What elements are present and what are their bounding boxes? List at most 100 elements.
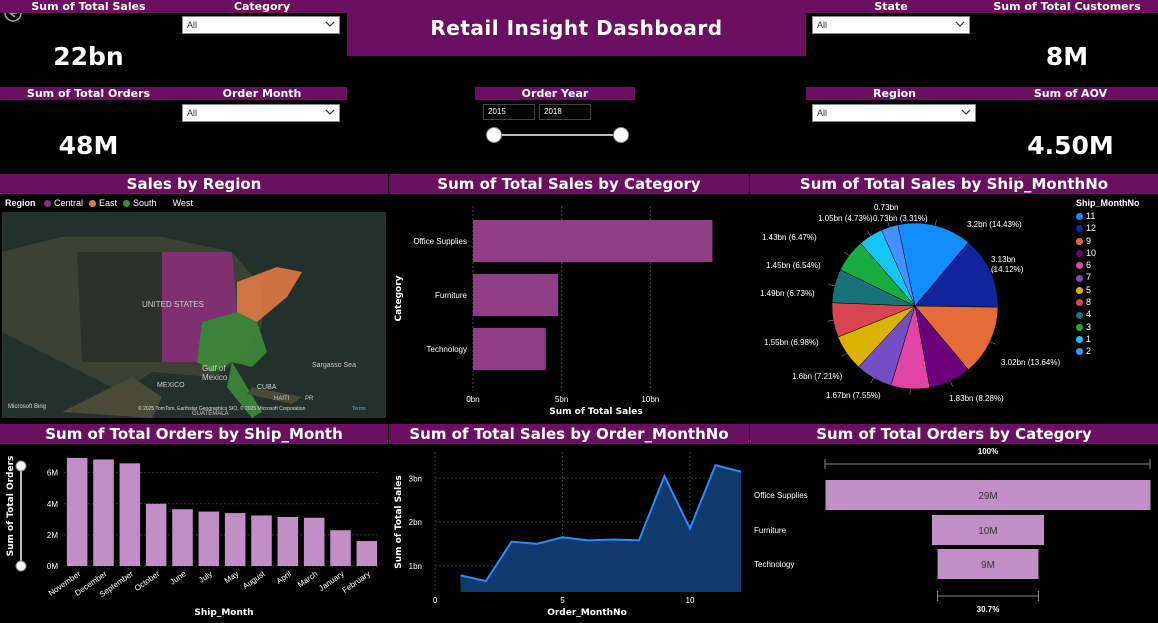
funnel-data-label: 9M <box>981 560 995 571</box>
region-legend-item[interactable]: West <box>162 198 193 208</box>
year-slider-handle-start[interactable] <box>486 127 502 143</box>
category-filter-label: Category <box>177 0 347 13</box>
bar <box>66 457 88 566</box>
state-dropdown[interactable]: All <box>812 16 970 34</box>
bar <box>330 530 351 566</box>
pie-leader-line <box>870 377 874 384</box>
y-tick-label: 6M <box>47 469 58 478</box>
kpi-aov-value: 4.50M <box>1027 131 1114 160</box>
region-filter-label: Region <box>806 87 983 100</box>
ship-month-legend-item[interactable]: 3 <box>1076 322 1158 334</box>
ship-month-legend-item[interactable]: 9 <box>1076 236 1158 248</box>
legend-dot-icon <box>1076 213 1083 221</box>
funnel-bottom-percent: 30.7% <box>977 605 1000 614</box>
ship-month-legend-label: 3 <box>1086 321 1092 332</box>
funnel-category-label: Office Supplies <box>754 491 808 500</box>
kpi-total-sales-label: Sum of Total Sales <box>0 0 177 13</box>
ship-month-legend-item[interactable]: 4 <box>1076 309 1158 321</box>
year-slider-track[interactable] <box>494 134 621 136</box>
pie-leader-line <box>828 284 835 287</box>
orders-by-ship-month-chart[interactable]: 0M2M4M6MNovemberDecemberSeptemberOctober… <box>0 444 388 623</box>
kpi-total-sales-value: 22bn <box>53 42 124 71</box>
kpi-total-customers-value: 8M <box>1045 42 1089 71</box>
x-tick-label: April <box>275 569 293 586</box>
region-legend-item[interactable]: South <box>123 198 157 208</box>
x-tick-label: February <box>341 569 372 595</box>
sales-by-order-month-chart[interactable]: 1bn 2bn 3bn 0 5 10 Order_MonthNo Sum of Total S… <box>389 444 749 623</box>
legend-dot-icon <box>1076 237 1083 245</box>
year-slider-handle-end[interactable] <box>613 127 629 143</box>
ship-month-legend-label: 9 <box>1086 235 1092 246</box>
ship-month-legend-item[interactable]: 10 <box>1076 248 1158 260</box>
pie-data-label: 3.2bn (14.43%) <box>967 220 1022 229</box>
x-tick-label: October <box>133 569 162 593</box>
ship-month-legend-title: Ship_MonthNo <box>1076 198 1140 208</box>
ship-month-legend-item[interactable]: 6 <box>1076 260 1158 272</box>
x-axis-title: Order_MonthNo <box>547 608 627 618</box>
x-tick-label: March <box>296 569 319 589</box>
x-tick-label: 0 <box>433 596 438 605</box>
funnel-data-label: 10M <box>978 526 997 537</box>
map-label-gulf: Gulf of Mexico <box>202 364 228 382</box>
region-legend-label: Central <box>54 198 84 208</box>
sales-by-region-title: Sales by Region <box>0 174 388 194</box>
ship-month-legend-item[interactable]: 8 <box>1076 297 1158 309</box>
pie-leader-line <box>989 341 996 345</box>
ship-month-legend-label: 1 <box>1086 333 1092 344</box>
pie-data-label: 1.6bn (7.21%) <box>792 372 843 381</box>
pie-leader-line <box>934 219 937 226</box>
bar <box>277 517 299 566</box>
bar <box>473 328 546 370</box>
pie-data-label: 1.55bn (6.98%) <box>764 338 819 347</box>
ship-month-legend-item[interactable]: 5 <box>1076 285 1158 297</box>
chevron-down-icon <box>961 109 971 115</box>
state-filter-label: State <box>806 0 976 13</box>
legend-dot-icon <box>1076 262 1083 270</box>
orders-by-category-funnel[interactable]: 100% 29M Office Supplies 10M Furniture 9M Tech… <box>750 444 1158 623</box>
map-label-sargasso: Sargasso Sea <box>312 362 356 369</box>
bar <box>224 513 246 566</box>
ship-month-legend-item[interactable]: 7 <box>1076 272 1158 284</box>
funnel-category-label: Furniture <box>754 526 787 535</box>
region-map[interactable]: UNITED STATES Gulf of Mexico MEXICO CUBA… <box>2 212 386 418</box>
y-tick-label: 2bn <box>409 518 422 527</box>
kpi-total-orders-value: 48M <box>58 131 119 160</box>
ship-month-legend-item[interactable]: 11 <box>1076 211 1158 223</box>
legend-dot-icon <box>1076 299 1083 307</box>
legend-dot-icon <box>1076 274 1083 282</box>
bar <box>251 515 272 566</box>
year-to-input[interactable]: 2018 <box>539 104 591 120</box>
zoom-slider-handle <box>15 560 27 572</box>
ship-month-legend-label: 11 <box>1086 211 1096 221</box>
year-from-input[interactable]: 2015 <box>483 104 535 120</box>
x-axis-title: Sum of Total Sales <box>549 407 642 417</box>
orders-by-category-title: Sum of Total Orders by Category <box>750 424 1158 444</box>
map-terms-link[interactable]: Terms <box>352 406 366 412</box>
region-legend-label: East <box>99 198 118 208</box>
order-month-dropdown[interactable]: All <box>182 104 340 122</box>
map-label-us: UNITED STATES <box>142 300 204 309</box>
bar <box>473 274 559 316</box>
sales-by-ship-month-pie[interactable]: 3.2bn (14.43%) 3.13bn(14.12%) 3.02bn (13.6… <box>750 196 1080 421</box>
chevron-down-icon <box>955 21 965 27</box>
y-tick-label: Technology <box>427 345 467 354</box>
region-legend-item[interactable]: East <box>89 198 117 208</box>
x-tick-label: May <box>223 569 241 585</box>
x-tick-label: 5bn <box>555 395 568 404</box>
ship-month-legend-item[interactable]: 1 <box>1076 334 1158 346</box>
ship-month-legend-item[interactable]: 12 <box>1076 223 1158 235</box>
bar <box>172 509 193 566</box>
y-axis-title: Sum of Total Orders <box>6 456 16 557</box>
y-axis-title: Category <box>394 275 404 321</box>
ship-month-legend: Ship_MonthNo 11 12 9 10 6 7 5 8 4 3 1 2 <box>1076 198 1158 359</box>
sales-by-ship-month-title: Sum of Total Sales by Ship_MonthNo <box>750 174 1158 194</box>
pie-leader-line <box>950 381 954 387</box>
sales-by-category-chart[interactable]: 0bn 5bn 10bn Office Supplies Furniture Techno… <box>389 196 749 421</box>
ship-month-legend-item[interactable]: 2 <box>1076 346 1158 358</box>
pie-data-label: 1.67bn (7.55%) <box>826 391 881 400</box>
region-dropdown[interactable]: All <box>812 104 976 122</box>
bing-logo: Microsoft Bing <box>8 404 47 410</box>
category-dropdown[interactable]: All <box>182 16 340 34</box>
map-label-cuba: CUBA <box>257 384 277 391</box>
region-legend-item[interactable]: Central <box>44 198 83 208</box>
